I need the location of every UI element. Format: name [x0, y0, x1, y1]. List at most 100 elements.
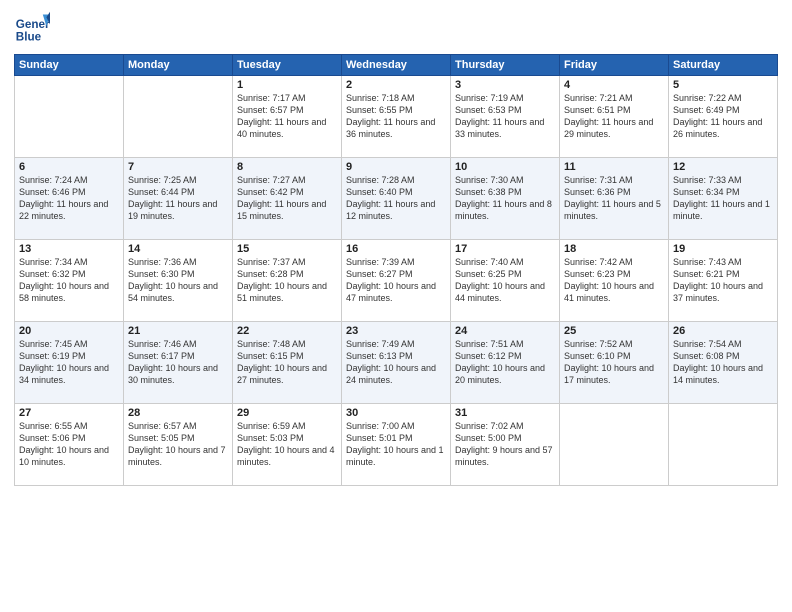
calendar-cell: 15Sunrise: 7:37 AM Sunset: 6:28 PM Dayli…: [233, 240, 342, 322]
day-info: Sunrise: 7:19 AM Sunset: 6:53 PM Dayligh…: [455, 92, 555, 141]
day-number: 30: [346, 407, 446, 419]
calendar-body: 1Sunrise: 7:17 AM Sunset: 6:57 PM Daylig…: [15, 76, 778, 486]
day-info: Sunrise: 7:30 AM Sunset: 6:38 PM Dayligh…: [455, 174, 555, 223]
calendar-cell: 17Sunrise: 7:40 AM Sunset: 6:25 PM Dayli…: [451, 240, 560, 322]
calendar-cell: 19Sunrise: 7:43 AM Sunset: 6:21 PM Dayli…: [669, 240, 778, 322]
calendar-cell: 13Sunrise: 7:34 AM Sunset: 6:32 PM Dayli…: [15, 240, 124, 322]
day-number: 29: [237, 407, 337, 419]
day-number: 20: [19, 325, 119, 337]
calendar-table: SundayMondayTuesdayWednesdayThursdayFrid…: [14, 54, 778, 486]
day-number: 25: [564, 325, 664, 337]
day-info: Sunrise: 7:25 AM Sunset: 6:44 PM Dayligh…: [128, 174, 228, 223]
calendar-cell: 2Sunrise: 7:18 AM Sunset: 6:55 PM Daylig…: [342, 76, 451, 158]
day-info: Sunrise: 7:00 AM Sunset: 5:01 PM Dayligh…: [346, 420, 446, 469]
day-number: 12: [673, 161, 773, 173]
day-info: Sunrise: 7:52 AM Sunset: 6:10 PM Dayligh…: [564, 338, 664, 387]
day-info: Sunrise: 7:28 AM Sunset: 6:40 PM Dayligh…: [346, 174, 446, 223]
calendar-cell: 29Sunrise: 6:59 AM Sunset: 5:03 PM Dayli…: [233, 404, 342, 486]
calendar-cell: 21Sunrise: 7:46 AM Sunset: 6:17 PM Dayli…: [124, 322, 233, 404]
day-info: Sunrise: 7:22 AM Sunset: 6:49 PM Dayligh…: [673, 92, 773, 141]
calendar-cell: 6Sunrise: 7:24 AM Sunset: 6:46 PM Daylig…: [15, 158, 124, 240]
day-number: 6: [19, 161, 119, 173]
weekday-header-friday: Friday: [560, 55, 669, 76]
day-info: Sunrise: 7:42 AM Sunset: 6:23 PM Dayligh…: [564, 256, 664, 305]
day-info: Sunrise: 7:49 AM Sunset: 6:13 PM Dayligh…: [346, 338, 446, 387]
day-number: 8: [237, 161, 337, 173]
calendar-cell: [15, 76, 124, 158]
day-info: Sunrise: 7:02 AM Sunset: 5:00 PM Dayligh…: [455, 420, 555, 469]
calendar-cell: 30Sunrise: 7:00 AM Sunset: 5:01 PM Dayli…: [342, 404, 451, 486]
day-info: Sunrise: 7:33 AM Sunset: 6:34 PM Dayligh…: [673, 174, 773, 223]
calendar-cell: 14Sunrise: 7:36 AM Sunset: 6:30 PM Dayli…: [124, 240, 233, 322]
svg-text:Blue: Blue: [16, 31, 42, 44]
calendar-cell: 16Sunrise: 7:39 AM Sunset: 6:27 PM Dayli…: [342, 240, 451, 322]
page: General Blue SundayMondayTuesdayWednesda…: [0, 0, 792, 612]
logo-svg: General Blue: [14, 10, 50, 46]
week-row-1: 1Sunrise: 7:17 AM Sunset: 6:57 PM Daylig…: [15, 76, 778, 158]
day-info: Sunrise: 7:21 AM Sunset: 6:51 PM Dayligh…: [564, 92, 664, 141]
calendar-cell: 1Sunrise: 7:17 AM Sunset: 6:57 PM Daylig…: [233, 76, 342, 158]
day-number: 4: [564, 79, 664, 91]
calendar-cell: 7Sunrise: 7:25 AM Sunset: 6:44 PM Daylig…: [124, 158, 233, 240]
week-row-2: 6Sunrise: 7:24 AM Sunset: 6:46 PM Daylig…: [15, 158, 778, 240]
day-number: 2: [346, 79, 446, 91]
day-number: 15: [237, 243, 337, 255]
day-number: 5: [673, 79, 773, 91]
header: General Blue: [14, 10, 778, 46]
day-number: 17: [455, 243, 555, 255]
day-number: 19: [673, 243, 773, 255]
weekday-header-wednesday: Wednesday: [342, 55, 451, 76]
calendar-cell: 5Sunrise: 7:22 AM Sunset: 6:49 PM Daylig…: [669, 76, 778, 158]
calendar-cell: [669, 404, 778, 486]
day-info: Sunrise: 6:55 AM Sunset: 5:06 PM Dayligh…: [19, 420, 119, 469]
day-number: 27: [19, 407, 119, 419]
day-number: 18: [564, 243, 664, 255]
day-info: Sunrise: 7:34 AM Sunset: 6:32 PM Dayligh…: [19, 256, 119, 305]
day-info: Sunrise: 7:51 AM Sunset: 6:12 PM Dayligh…: [455, 338, 555, 387]
day-info: Sunrise: 7:18 AM Sunset: 6:55 PM Dayligh…: [346, 92, 446, 141]
day-number: 28: [128, 407, 228, 419]
week-row-5: 27Sunrise: 6:55 AM Sunset: 5:06 PM Dayli…: [15, 404, 778, 486]
day-number: 14: [128, 243, 228, 255]
day-number: 3: [455, 79, 555, 91]
calendar-cell: 10Sunrise: 7:30 AM Sunset: 6:38 PM Dayli…: [451, 158, 560, 240]
day-number: 16: [346, 243, 446, 255]
calendar-cell: [124, 76, 233, 158]
calendar-cell: 28Sunrise: 6:57 AM Sunset: 5:05 PM Dayli…: [124, 404, 233, 486]
day-number: 31: [455, 407, 555, 419]
calendar-cell: 23Sunrise: 7:49 AM Sunset: 6:13 PM Dayli…: [342, 322, 451, 404]
day-number: 23: [346, 325, 446, 337]
calendar-cell: 27Sunrise: 6:55 AM Sunset: 5:06 PM Dayli…: [15, 404, 124, 486]
day-info: Sunrise: 7:37 AM Sunset: 6:28 PM Dayligh…: [237, 256, 337, 305]
calendar-cell: 31Sunrise: 7:02 AM Sunset: 5:00 PM Dayli…: [451, 404, 560, 486]
day-info: Sunrise: 6:57 AM Sunset: 5:05 PM Dayligh…: [128, 420, 228, 469]
day-number: 22: [237, 325, 337, 337]
calendar-cell: [560, 404, 669, 486]
weekday-header-monday: Monday: [124, 55, 233, 76]
day-number: 13: [19, 243, 119, 255]
calendar-cell: 24Sunrise: 7:51 AM Sunset: 6:12 PM Dayli…: [451, 322, 560, 404]
calendar-cell: 4Sunrise: 7:21 AM Sunset: 6:51 PM Daylig…: [560, 76, 669, 158]
day-number: 26: [673, 325, 773, 337]
day-number: 7: [128, 161, 228, 173]
day-info: Sunrise: 6:59 AM Sunset: 5:03 PM Dayligh…: [237, 420, 337, 469]
day-info: Sunrise: 7:17 AM Sunset: 6:57 PM Dayligh…: [237, 92, 337, 141]
logo: General Blue: [14, 10, 50, 46]
week-row-3: 13Sunrise: 7:34 AM Sunset: 6:32 PM Dayli…: [15, 240, 778, 322]
calendar-cell: 25Sunrise: 7:52 AM Sunset: 6:10 PM Dayli…: [560, 322, 669, 404]
weekday-header-saturday: Saturday: [669, 55, 778, 76]
day-number: 1: [237, 79, 337, 91]
calendar-cell: 8Sunrise: 7:27 AM Sunset: 6:42 PM Daylig…: [233, 158, 342, 240]
day-info: Sunrise: 7:54 AM Sunset: 6:08 PM Dayligh…: [673, 338, 773, 387]
calendar-cell: 22Sunrise: 7:48 AM Sunset: 6:15 PM Dayli…: [233, 322, 342, 404]
calendar-cell: 26Sunrise: 7:54 AM Sunset: 6:08 PM Dayli…: [669, 322, 778, 404]
calendar-cell: 20Sunrise: 7:45 AM Sunset: 6:19 PM Dayli…: [15, 322, 124, 404]
day-number: 10: [455, 161, 555, 173]
day-info: Sunrise: 7:36 AM Sunset: 6:30 PM Dayligh…: [128, 256, 228, 305]
day-info: Sunrise: 7:27 AM Sunset: 6:42 PM Dayligh…: [237, 174, 337, 223]
day-number: 21: [128, 325, 228, 337]
day-info: Sunrise: 7:39 AM Sunset: 6:27 PM Dayligh…: [346, 256, 446, 305]
day-number: 11: [564, 161, 664, 173]
week-row-4: 20Sunrise: 7:45 AM Sunset: 6:19 PM Dayli…: [15, 322, 778, 404]
calendar-cell: 9Sunrise: 7:28 AM Sunset: 6:40 PM Daylig…: [342, 158, 451, 240]
